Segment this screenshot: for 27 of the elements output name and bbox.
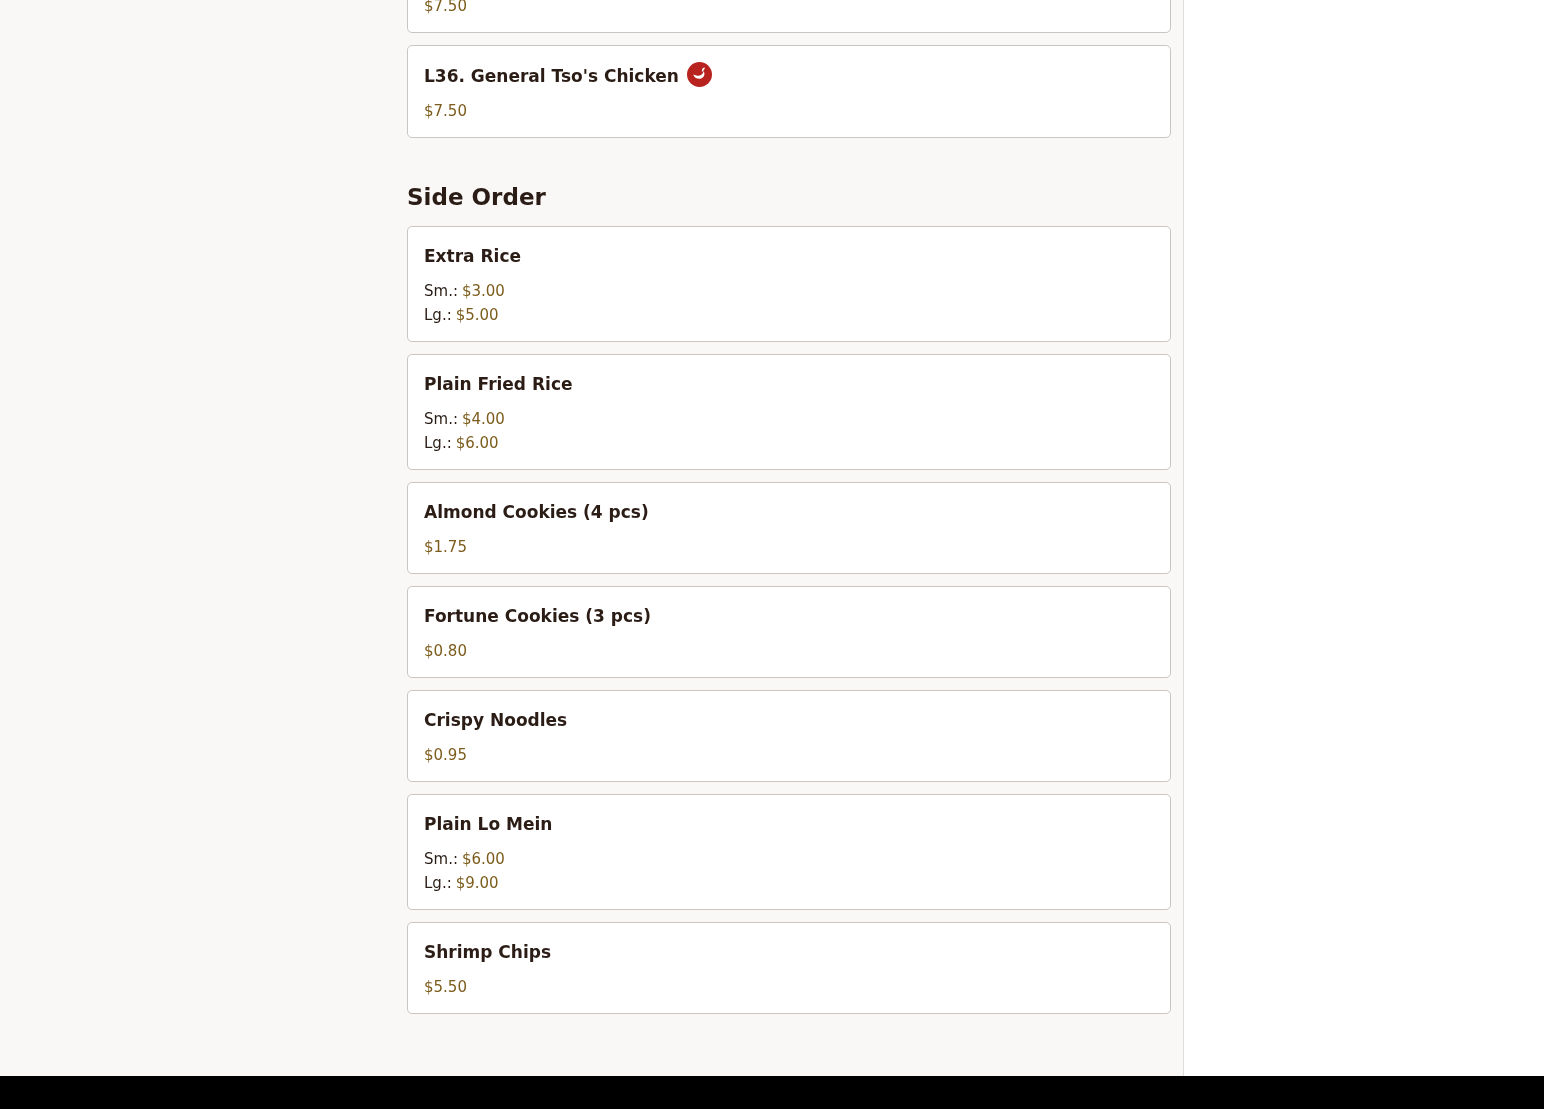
size-label: Lg.: (424, 434, 452, 452)
item-price: $6.00 (461, 850, 505, 868)
item-name: Almond Cookies (4 pcs) (424, 502, 649, 522)
size-label: Lg.: (424, 874, 452, 892)
item-price: $7.50 (424, 0, 467, 15)
item-price: $0.95 (424, 746, 467, 764)
item-price: $4.00 (461, 410, 505, 428)
item-name: Plain Lo Mein (424, 814, 553, 834)
item-name: Plain Fried Rice (424, 374, 573, 394)
item-price: $0.80 (424, 642, 467, 660)
item-price: $3.00 (461, 282, 505, 300)
item-name: Extra Rice (424, 246, 521, 266)
item-price: $6.00 (455, 434, 499, 452)
item-price: $9.00 (455, 874, 499, 892)
size-label: Sm.: (424, 850, 458, 868)
section-heading: Side Order (407, 182, 547, 212)
item-price: $7.50 (424, 101, 467, 120)
size-label: Lg.: (424, 306, 452, 324)
size-label: Sm.: (424, 410, 458, 428)
size-label: Sm.: (424, 282, 458, 300)
item-price: $5.50 (424, 978, 467, 996)
item-price: $1.75 (424, 538, 467, 556)
item-name: Fortune Cookies (3 pcs) (424, 606, 651, 626)
item-name: L36. General Tso's Chicken (424, 65, 679, 86)
item-name: Crispy Noodles (424, 710, 568, 730)
item-price: $5.00 (455, 306, 499, 324)
item-name: Shrimp Chips (424, 942, 552, 962)
